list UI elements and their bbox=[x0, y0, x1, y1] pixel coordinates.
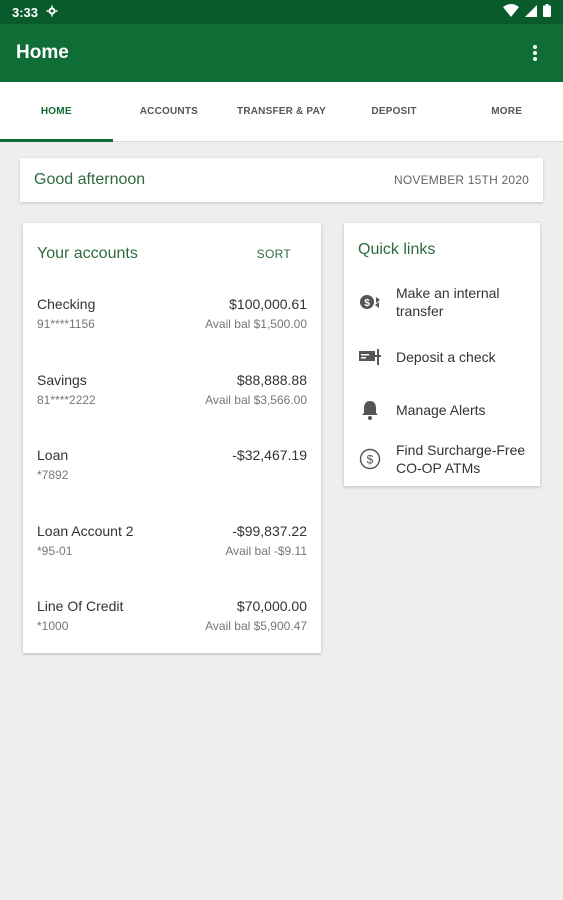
account-number: 81****2222 bbox=[37, 393, 96, 407]
bell-icon bbox=[358, 398, 382, 422]
accounts-card: Your accounts SORT Checking 91****1156 $… bbox=[23, 223, 321, 653]
sort-button[interactable]: SORT bbox=[257, 247, 291, 261]
battery-icon bbox=[543, 4, 551, 20]
account-available-balance: Avail bal $5,900.47 bbox=[205, 619, 307, 633]
svg-text:$: $ bbox=[364, 298, 370, 309]
account-number: *7892 bbox=[37, 468, 69, 482]
quick-link-find-atms[interactable]: $ Find Surcharge-Free CO-OP ATMs bbox=[358, 441, 532, 477]
account-name: Line Of Credit bbox=[37, 598, 124, 614]
tab-home[interactable]: HOME bbox=[0, 82, 113, 142]
tab-accounts[interactable]: ACCOUNTS bbox=[113, 82, 226, 141]
quick-link-deposit-check[interactable]: Deposit a check bbox=[358, 345, 532, 369]
status-bar: 3:33 bbox=[0, 0, 563, 24]
signal-icon bbox=[525, 4, 537, 20]
quick-links-title: Quick links bbox=[358, 241, 436, 258]
quick-link-manage-alerts[interactable]: Manage Alerts bbox=[358, 398, 532, 422]
account-row-savings[interactable]: Savings 81****2222 $88,888.88 Avail bal … bbox=[37, 372, 307, 412]
account-number: *95-01 bbox=[37, 544, 73, 558]
account-available-balance: Avail bal $1,500.00 bbox=[205, 317, 307, 331]
account-available-balance: Avail bal $3,566.00 bbox=[205, 393, 307, 407]
transfer-icon: $ bbox=[358, 290, 382, 314]
account-row-line-of-credit[interactable]: Line Of Credit *1000 $70,000.00 Avail ba… bbox=[37, 598, 307, 638]
tab-more[interactable]: MORE bbox=[450, 82, 563, 141]
app-bar: Home bbox=[0, 24, 563, 82]
status-time: 3:33 bbox=[12, 4, 39, 20]
page-title: Home bbox=[16, 42, 69, 63]
account-number: 91****1156 bbox=[37, 317, 95, 331]
account-available-balance: Avail bal -$9.11 bbox=[225, 544, 307, 558]
accounts-title: Your accounts bbox=[37, 245, 138, 262]
account-row-checking[interactable]: Checking 91****1156 $100,000.61 Avail ba… bbox=[37, 296, 307, 336]
account-balance: $88,888.88 bbox=[236, 372, 307, 388]
account-balance: $100,000.61 bbox=[229, 296, 307, 312]
wifi-icon bbox=[503, 4, 519, 20]
tab-bar: HOME ACCOUNTS TRANSFER & PAY DEPOSIT MOR… bbox=[0, 82, 563, 142]
account-name: Savings bbox=[37, 372, 87, 388]
check-deposit-icon bbox=[358, 345, 382, 369]
dollar-circle-icon: $ bbox=[358, 447, 382, 471]
account-name: Checking bbox=[37, 296, 96, 312]
quick-link-label: Make an internal transfer bbox=[396, 285, 500, 319]
overflow-menu-icon[interactable] bbox=[523, 41, 547, 65]
quick-link-label: Deposit a check bbox=[396, 349, 496, 365]
account-row-loan[interactable]: Loan *7892 -$32,467.19 bbox=[37, 447, 307, 487]
settings-icon bbox=[46, 5, 58, 20]
quick-link-internal-transfer[interactable]: $ Make an internal transfer bbox=[358, 284, 532, 320]
account-number: *1000 bbox=[37, 619, 69, 633]
tab-transfer-pay[interactable]: TRANSFER & PAY bbox=[225, 82, 338, 141]
quick-link-label: Manage Alerts bbox=[396, 402, 486, 418]
account-balance: $70,000.00 bbox=[236, 598, 307, 614]
account-balance: -$99,837.22 bbox=[232, 523, 307, 539]
greeting-card: Good afternoon NOVEMBER 15TH 2020 bbox=[20, 158, 543, 202]
greeting-date: NOVEMBER 15TH 2020 bbox=[394, 173, 529, 187]
account-row-loan-account-2[interactable]: Loan Account 2 *95-01 -$99,837.22 Avail … bbox=[37, 523, 307, 563]
quick-links-card: Quick links $ Make an internal transfer … bbox=[344, 223, 540, 486]
account-balance: -$32,467.19 bbox=[232, 447, 307, 463]
account-name: Loan Account 2 bbox=[37, 523, 134, 539]
tab-deposit[interactable]: DEPOSIT bbox=[338, 82, 451, 141]
svg-text:$: $ bbox=[367, 453, 374, 467]
account-name: Loan bbox=[37, 447, 69, 463]
quick-link-label: Find Surcharge-Free CO-OP ATMs bbox=[396, 442, 526, 476]
greeting-text: Good afternoon bbox=[34, 171, 146, 188]
